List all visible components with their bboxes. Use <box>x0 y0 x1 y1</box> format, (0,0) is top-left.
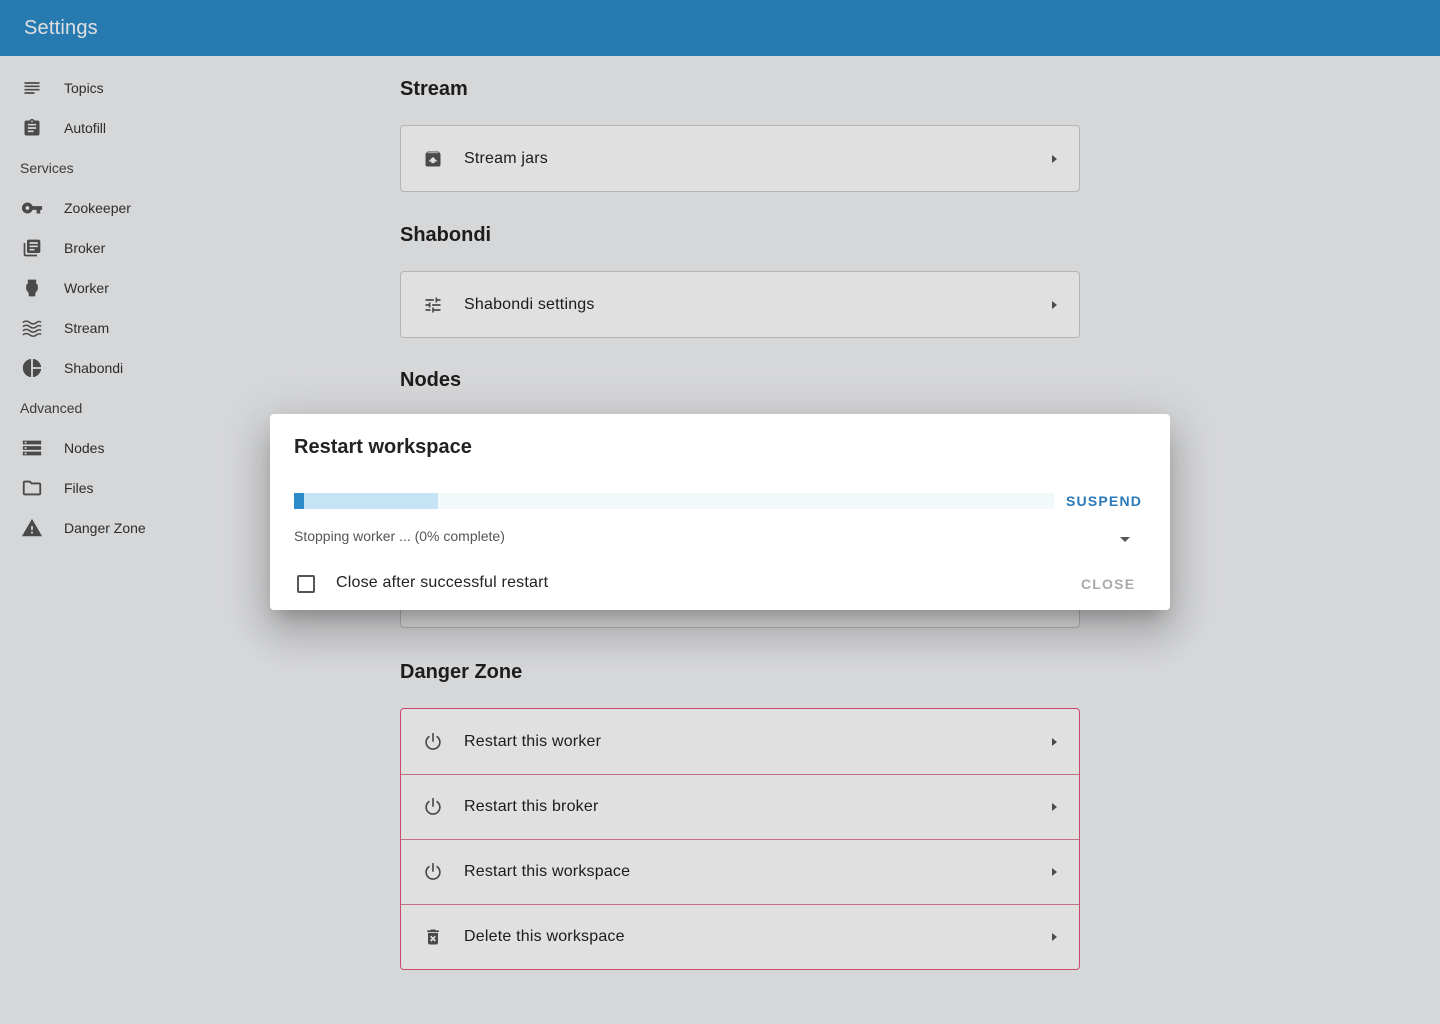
progress-value <box>294 493 304 509</box>
close-after-restart-checkbox[interactable] <box>297 575 315 593</box>
restart-workspace-dialog: Restart workspace SUSPEND Stopping worke… <box>270 414 1170 610</box>
suspend-button[interactable]: SUSPEND <box>1066 493 1142 509</box>
close-button[interactable]: CLOSE <box>1081 576 1135 592</box>
arrow-drop-down-icon[interactable] <box>1118 532 1132 546</box>
dialog-title: Restart workspace <box>294 436 472 458</box>
progress-bar <box>294 493 1054 509</box>
progress-buffer <box>294 493 438 509</box>
progress-status-text: Stopping worker ... (0% complete) <box>294 528 505 544</box>
checkbox-label: Close after successful restart <box>336 574 549 591</box>
